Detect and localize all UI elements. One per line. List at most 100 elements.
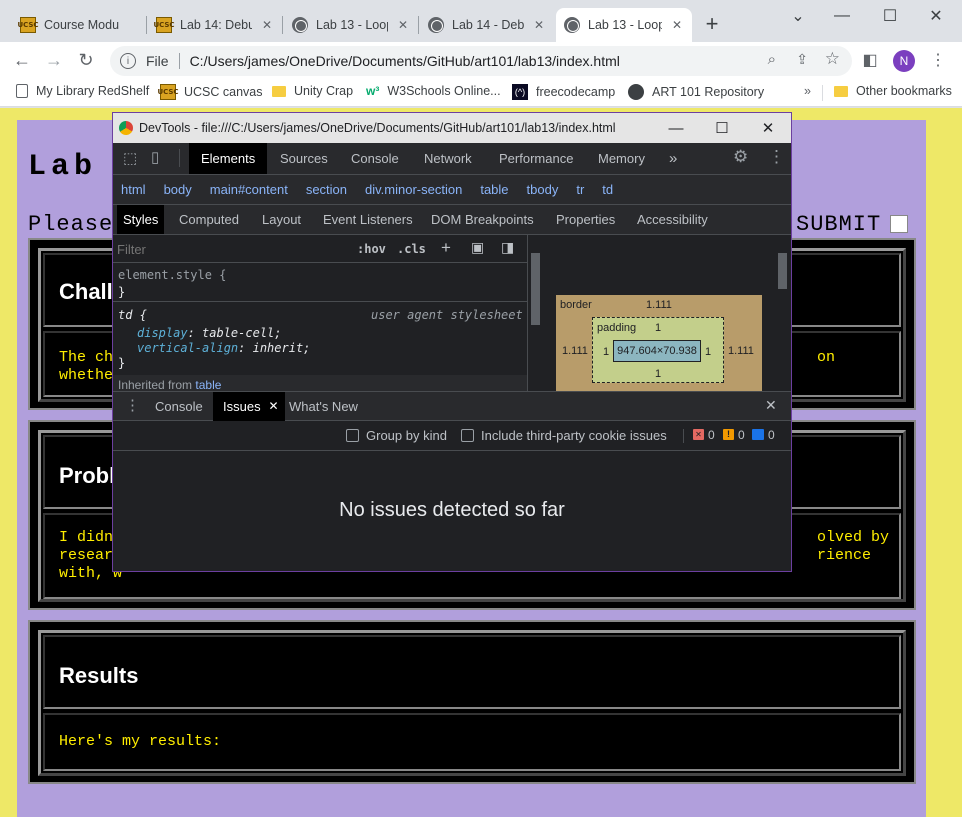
tab-console[interactable]: Console (339, 143, 411, 174)
filter-input[interactable] (117, 239, 337, 259)
more-bookmarks-icon[interactable]: » (804, 84, 811, 98)
breadcrumb-item[interactable]: section (306, 182, 347, 197)
drawer-menu-icon[interactable]: ⋮ (125, 396, 140, 414)
more-tabs-icon[interactable]: » (657, 143, 689, 174)
maximize-button[interactable]: ☐ (699, 113, 745, 143)
bookmark-item[interactable]: Other bookmarks (834, 84, 952, 98)
bookmark-item[interactable]: (^) freecodecamp (512, 84, 615, 100)
breadcrumb-item[interactable]: tr (576, 182, 584, 197)
close-tab-icon[interactable]: ✕ (532, 18, 546, 32)
close-tab-icon[interactable]: ✕ (269, 392, 279, 421)
submit-checkbox[interactable] (890, 215, 908, 233)
tab-title: Lab 14 - Debu (452, 18, 524, 32)
browser-tab[interactable]: UCSC Course Modu (12, 8, 146, 42)
share-icon[interactable]: ⇪ (796, 51, 808, 68)
close-tab-icon[interactable]: ✕ (396, 18, 410, 32)
third-party-checkbox[interactable] (461, 429, 474, 442)
maximize-button[interactable]: ☐ (870, 4, 910, 28)
drawer-tab-issues[interactable]: Issues ✕ (213, 392, 285, 421)
inherited-label: Inherited from (118, 378, 193, 391)
close-window-button[interactable]: ✕ (916, 4, 956, 28)
boxmodel-scrollbar[interactable] (775, 235, 791, 391)
reload-icon[interactable]: ↻ (72, 46, 100, 74)
breadcrumb-item[interactable]: html (121, 182, 146, 197)
tab-properties[interactable]: Properties (550, 205, 621, 234)
tab-search-icon[interactable]: ⌄ (778, 4, 818, 28)
bookmark-star-icon[interactable]: ☆ (825, 49, 840, 69)
close-window-button[interactable]: ✕ (745, 113, 791, 143)
tab-performance[interactable]: Performance (487, 143, 585, 174)
close-tab-icon[interactable]: ✕ (670, 18, 684, 32)
bookmark-item[interactable]: w³ W3Schools Online... (366, 84, 501, 98)
new-tab-button[interactable]: + (700, 12, 724, 36)
tab-computed[interactable]: Computed (173, 205, 245, 234)
tab-sources[interactable]: Sources (268, 143, 340, 174)
close-drawer-icon[interactable]: ✕ (765, 397, 777, 414)
tab-accessibility[interactable]: Accessibility (631, 205, 714, 234)
back-arrow-icon[interactable]: ← (8, 46, 36, 74)
drawer-tab-console[interactable]: Console (145, 392, 213, 421)
page-title: Lab (28, 150, 98, 184)
class-toggle[interactable]: .cls (397, 242, 426, 256)
browser-tab[interactable]: UCSC Lab 14: Debu ✕ (148, 8, 282, 42)
folder-icon (834, 85, 848, 97)
breadcrumb-item[interactable]: td (602, 182, 613, 197)
border-left-value: 1.111 (562, 345, 588, 357)
border-value: 1.111 (646, 299, 672, 311)
address-bar[interactable]: i File C:/Users/james/OneDrive/Documents… (110, 46, 852, 76)
devtools-window: DevTools - file:///C:/Users/james/OneDri… (112, 112, 792, 572)
paint-icon[interactable]: ▣ (471, 239, 484, 256)
breadcrumb-item[interactable]: div.minor-section (365, 182, 462, 197)
breadcrumb-item[interactable]: tbody (527, 182, 559, 197)
browser-tab[interactable]: Lab 13 - Loop ✕ (284, 8, 418, 42)
folder-icon (272, 85, 286, 97)
close-tab-icon[interactable]: ✕ (260, 18, 274, 32)
group-by-kind-checkbox[interactable] (346, 429, 359, 442)
tab-layout[interactable]: Layout (256, 205, 307, 234)
menu-kebab-icon[interactable]: ⋮ (768, 147, 785, 167)
bookmark-item[interactable]: Unity Crap (272, 84, 353, 98)
menu-kebab-icon[interactable]: ⋮ (924, 46, 952, 74)
padding-right-value: 1 (705, 346, 712, 358)
bookmark-item[interactable]: UCSC UCSC canvas (157, 84, 263, 100)
toggle-sidebar-icon[interactable]: ◨ (501, 239, 514, 256)
tab-network[interactable]: Network (412, 143, 484, 174)
bookmark-label: W3Schools Online... (387, 84, 501, 98)
profile-avatar[interactable]: N (893, 50, 915, 72)
tab-dom-breakpoints[interactable]: DOM Breakpoints (425, 205, 540, 234)
breadcrumb-item[interactable]: body (164, 182, 192, 197)
w3schools-icon: w³ (366, 84, 380, 98)
chrome-icon (119, 121, 133, 135)
tab-elements[interactable]: Elements (189, 143, 268, 174)
info-icon[interactable]: i (120, 53, 136, 69)
inspect-element-icon[interactable]: ⬚ (123, 149, 137, 167)
minimize-button[interactable]: — (653, 113, 699, 143)
device-toggle-icon[interactable]: ▯ (151, 148, 159, 166)
tab-strip: UCSC Course Modu UCSC Lab 14: Debu ✕ Lab 13… (0, 0, 962, 42)
ucsc-icon: UCSC (153, 17, 175, 33)
third-party-label: Include third-party cookie issues (481, 428, 667, 443)
sidebar-icon[interactable]: ◧ (856, 46, 884, 74)
forward-arrow-icon[interactable]: → (40, 46, 68, 74)
tab-event-listeners[interactable]: Event Listeners (317, 205, 419, 234)
minimize-button[interactable]: — (822, 4, 862, 28)
hover-state-toggle[interactable]: :hov (357, 242, 386, 256)
zoom-icon[interactable]: ⌕ (768, 51, 776, 68)
rule-close: } (118, 356, 126, 370)
browser-tab[interactable]: Lab 14 - Debu ✕ (420, 8, 554, 42)
bookmark-label: UCSC canvas (184, 85, 263, 99)
breadcrumb-item[interactable]: main#content (210, 182, 288, 197)
tab-memory[interactable]: Memory (586, 143, 657, 174)
new-rule-icon[interactable]: + (441, 238, 451, 258)
inherited-link[interactable]: table (195, 378, 221, 391)
drawer-tab-whats-new[interactable]: What's New (279, 392, 368, 421)
section-text: Here's my results: (59, 733, 222, 750)
styles-scrollbar[interactable] (527, 235, 543, 391)
bookmark-item[interactable]: My Library RedShelf (16, 84, 149, 98)
url-text[interactable]: C:/Users/james/OneDrive/Documents/GitHub… (190, 53, 620, 69)
breadcrumb-item[interactable]: table (480, 182, 508, 197)
tab-styles[interactable]: Styles (117, 205, 165, 234)
browser-tab-active[interactable]: Lab 13 - Loop ✕ (556, 8, 692, 42)
bookmark-item[interactable]: ART 101 Repository (628, 84, 764, 100)
settings-gear-icon[interactable]: ⚙ (733, 147, 748, 167)
